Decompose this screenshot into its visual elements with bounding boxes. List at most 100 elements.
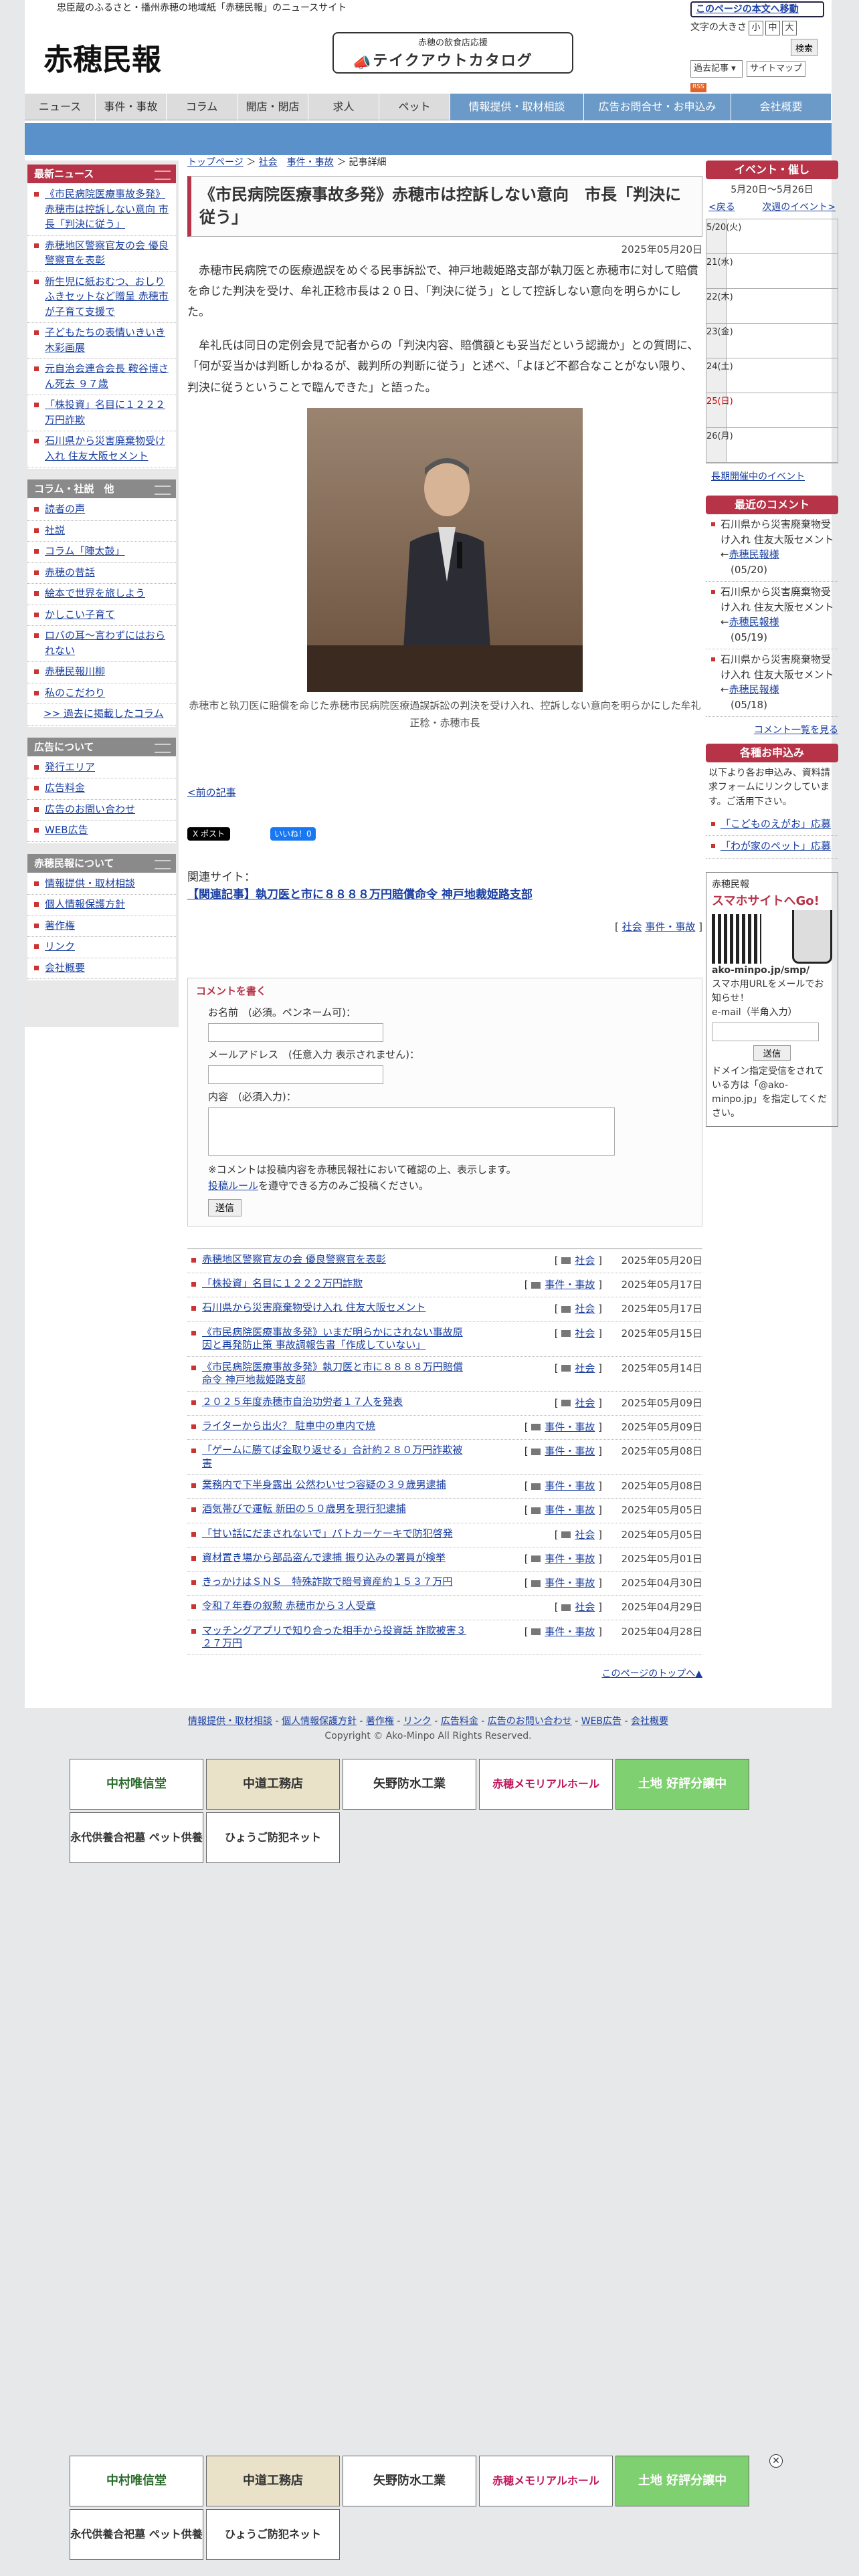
search-button[interactable]: 検索 xyxy=(791,39,818,56)
list-item[interactable]: かしこい子育て xyxy=(27,605,176,626)
list-item[interactable]: きっかけはＳＮＳ 特殊詐欺で暗号資産約１５３７万円[ 事件・事故 ] 2025年0… xyxy=(187,1572,702,1596)
list-item[interactable]: 赤穂民報川柳 xyxy=(27,662,176,683)
ad-banner[interactable]: 赤穂メモリアルホール xyxy=(479,1759,613,1810)
list-item[interactable]: 石川県から災害廃棄物受け入れ 住友大阪セメント[ 社会 ] 2025年05月17日 xyxy=(187,1297,702,1322)
list-item[interactable]: WEB広告 xyxy=(27,821,176,842)
list-item[interactable]: コラム「陣太鼓」 xyxy=(27,542,176,563)
footer-link[interactable]: 会社概要 xyxy=(631,1716,668,1727)
rss-icon[interactable]: RSS xyxy=(690,83,706,92)
list-item[interactable]: 石川県から災害廃棄物受け入れ 住友大阪セメント←赤穂民報様 (05/18) xyxy=(706,649,838,718)
footer-link[interactable]: 広告のお問い合わせ xyxy=(488,1716,572,1727)
list-item[interactable]: 情報提供・取材相談 xyxy=(27,874,176,895)
footer-link[interactable]: 個人情報保護方針 xyxy=(282,1716,357,1727)
name-input[interactable] xyxy=(208,1023,383,1042)
comment-textarea[interactable] xyxy=(208,1107,615,1156)
list-item[interactable]: 石川県から災害廃棄物受け入れ 住友大阪セメント←赤穂民報様 (05/19) xyxy=(706,582,838,650)
ad-banner[interactable]: 矢野防水工業 xyxy=(343,2456,476,2506)
nav-news[interactable]: ニュース xyxy=(25,94,96,120)
list-item[interactable]: 《市民病院医療事故多発》赤穂市は控訴しない意向 市長「判決に従う」 xyxy=(27,185,176,236)
email-field[interactable] xyxy=(208,1065,383,1085)
ad-banner[interactable]: 土地 好評分譲中 xyxy=(615,2456,749,2506)
ad-banner[interactable]: ひょうご防犯ネット xyxy=(206,2509,340,2560)
list-item[interactable]: 赤穂地区警察官友の会 優良警察官を表彰 xyxy=(27,236,176,272)
skip-to-content-link[interactable]: このページの本文へ移動 xyxy=(690,1,824,17)
nav-pets[interactable]: ペット xyxy=(379,94,450,120)
nav-incidents[interactable]: 事件・事故 xyxy=(96,94,167,120)
all-comments-link[interactable]: コメント一覧を見る xyxy=(706,724,838,738)
list-item[interactable]: 赤穂地区警察官友の会 優良警察官を表彰[ 社会 ] 2025年05月20日 xyxy=(187,1249,702,1274)
page-top-link[interactable]: このページのトップへ▲ xyxy=(187,1667,703,1682)
list-item[interactable]: 読者の声 xyxy=(27,500,176,521)
nav-openclose[interactable]: 開店・閉店 xyxy=(237,94,308,120)
list-item[interactable]: 私のこだわり xyxy=(27,683,176,704)
events-next-link[interactable]: 次週のイベント> xyxy=(762,201,836,215)
facebook-like-button[interactable]: いいね！0 xyxy=(270,827,316,841)
ad-banner[interactable]: 中道工務店 xyxy=(206,2456,340,2506)
smart-mail-send-button[interactable]: 送信 xyxy=(753,1045,791,1061)
past-columns-link[interactable]: >> 過去に掲載したコラム xyxy=(27,704,176,726)
list-item[interactable]: 酒気帯びで運転 新田の５０歳男を現行犯逮捕[ 事件・事故 ] 2025年05月05… xyxy=(187,1499,702,1523)
list-item[interactable]: 元自治会連合会長 鞍谷博さん死去 ９７歳 xyxy=(27,359,176,395)
list-item[interactable]: 社説 xyxy=(27,521,176,542)
events-back-link[interactable]: <戻る xyxy=(708,201,735,215)
list-item[interactable]: 発行エリア xyxy=(27,758,176,778)
email-field[interactable] xyxy=(712,1022,819,1041)
list-item[interactable]: 著作権 xyxy=(27,916,176,937)
list-item[interactable]: 令和７年春の叙勲 赤穂市から３人受章[ 社会 ] 2025年04月29日 xyxy=(187,1596,702,1620)
ad-banner[interactable]: ひょうご防犯ネット xyxy=(206,1812,340,1863)
list-item[interactable]: 広告のお問い合わせ xyxy=(27,800,176,821)
list-item[interactable]: 個人情報保護方針 xyxy=(27,895,176,916)
list-item[interactable]: 石川県から災害廃棄物受け入れ 住友大阪セメント xyxy=(27,431,176,467)
list-item[interactable]: 「こどものえがお」応募 xyxy=(706,814,838,837)
list-item[interactable]: 資材置き場から部品盗んで逮捕 振り込みの署員が検挙[ 事件・事故 ] 2025年0… xyxy=(187,1547,702,1572)
list-item[interactable]: 業務内で下半身露出 公然わいせつ容疑の３９歳男逮捕[ 事件・事故 ] 2025年0… xyxy=(187,1475,702,1499)
footer-link[interactable]: 広告料金 xyxy=(441,1716,478,1727)
crumb-incidents[interactable]: 事件・事故 xyxy=(287,157,334,168)
font-small-button[interactable]: 小 xyxy=(749,21,763,35)
list-item[interactable]: 赤穂の昔話 xyxy=(27,563,176,584)
posting-rules-link[interactable]: 投稿ルール xyxy=(208,1180,258,1192)
nav-company[interactable]: 会社概要 xyxy=(731,94,832,120)
footer-link[interactable]: 著作権 xyxy=(366,1716,394,1727)
comment-submit-button[interactable]: 送信 xyxy=(208,1198,242,1216)
x-post-button[interactable]: X ポスト xyxy=(187,827,231,841)
footer-link[interactable]: 情報提供・取材相談 xyxy=(188,1716,272,1727)
list-item[interactable]: 「甘い話にだまされないで」パトカーケーキで防犯啓発[ 社会 ] 2025年05月0… xyxy=(187,1523,702,1547)
list-item[interactable]: 子どもたちの表情いきいき 木彩画展 xyxy=(27,323,176,359)
nav-ads[interactable]: 広告お問合せ・お申込み xyxy=(584,94,731,120)
past-articles-select[interactable]: 過去記事 ▾ xyxy=(690,60,743,78)
ad-banner[interactable]: 中村唯信堂 xyxy=(70,2456,203,2506)
ad-banner[interactable]: 土地 好評分譲中 xyxy=(615,1759,749,1810)
footer-link[interactable]: リンク xyxy=(403,1716,432,1727)
site-logo[interactable]: 赤穂民報 xyxy=(43,37,197,80)
ad-banner[interactable]: 中道工務店 xyxy=(206,1759,340,1810)
list-item[interactable]: 絵本で世界を旅しよう xyxy=(27,584,176,605)
nav-jobs[interactable]: 求人 xyxy=(308,94,379,120)
nav-tips[interactable]: 情報提供・取材相談 xyxy=(450,94,584,120)
related-article-link[interactable]: 【関連記事】執刀医と市に８８８８万円賠償命令 神戸地裁姫路支部 xyxy=(187,888,533,901)
ad-banner[interactable]: 矢野防水工業 xyxy=(343,1759,476,1810)
ad-banner[interactable]: 赤穂メモリアルホール xyxy=(479,2456,613,2506)
ad-banner[interactable]: 永代供養合祀墓 ペット供養 xyxy=(70,2509,203,2560)
crumb-social[interactable]: 社会 xyxy=(259,157,278,168)
takeout-catalog-banner[interactable]: 📣 赤穂の飲食店応援 テイクアウトカタログ xyxy=(332,32,573,74)
list-item[interactable]: 広告料金 xyxy=(27,778,176,800)
nav-column[interactable]: コラム xyxy=(167,94,237,120)
list-item[interactable]: リンク xyxy=(27,937,176,958)
ad-banner[interactable]: 中村唯信堂 xyxy=(70,1759,203,1810)
category-incidents[interactable]: 事件・事故 xyxy=(645,921,695,933)
list-item[interactable]: 「ゲームに勝てば金取り返せる」合計約２８０万円詐欺被害[ 事件・事故 ] 2025… xyxy=(187,1440,702,1475)
long-events-link[interactable]: 長期開催中のイベント xyxy=(706,470,838,485)
close-icon[interactable]: ✕ xyxy=(769,2454,783,2468)
list-item[interactable]: 「わが家のペット」応募 xyxy=(706,836,838,859)
footer-link[interactable]: WEB広告 xyxy=(581,1716,622,1727)
font-medium-button[interactable]: 中 xyxy=(765,21,780,35)
category-social[interactable]: 社会 xyxy=(622,921,642,933)
list-item[interactable]: ２０２５年度赤穂市自治功労者１７人を発表[ 社会 ] 2025年05月09日 xyxy=(187,1392,702,1416)
crumb-top[interactable]: トップページ xyxy=(187,157,244,168)
list-item[interactable]: 「株投資」名目に１２２２万円詐欺 xyxy=(27,395,176,431)
prev-article-link[interactable]: <前の記事 xyxy=(187,785,702,800)
list-item[interactable]: 新生児に紙おむつ、おしりふきセットなど贈呈 赤穂市が子育て支援で xyxy=(27,272,176,323)
list-item[interactable]: 《市民病院医療事故多発》いまだ明らかにされない事故原因と再発防止策 事故調報告書… xyxy=(187,1322,702,1357)
ad-banner[interactable]: 永代供養合祀墓 ペット供養 xyxy=(70,1812,203,1863)
